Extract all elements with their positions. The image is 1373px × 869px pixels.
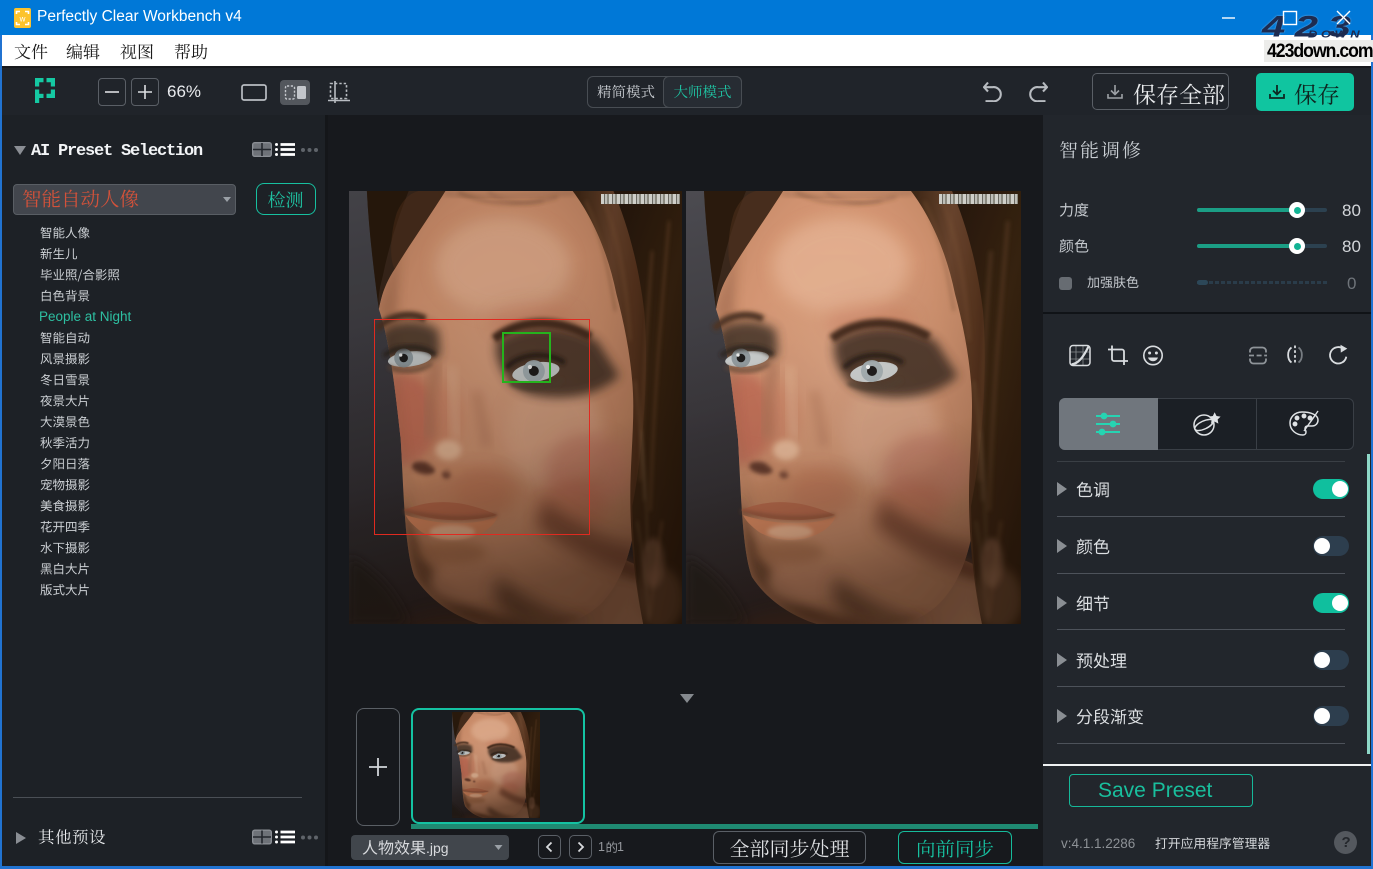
svg-text:w: w — [19, 15, 26, 24]
